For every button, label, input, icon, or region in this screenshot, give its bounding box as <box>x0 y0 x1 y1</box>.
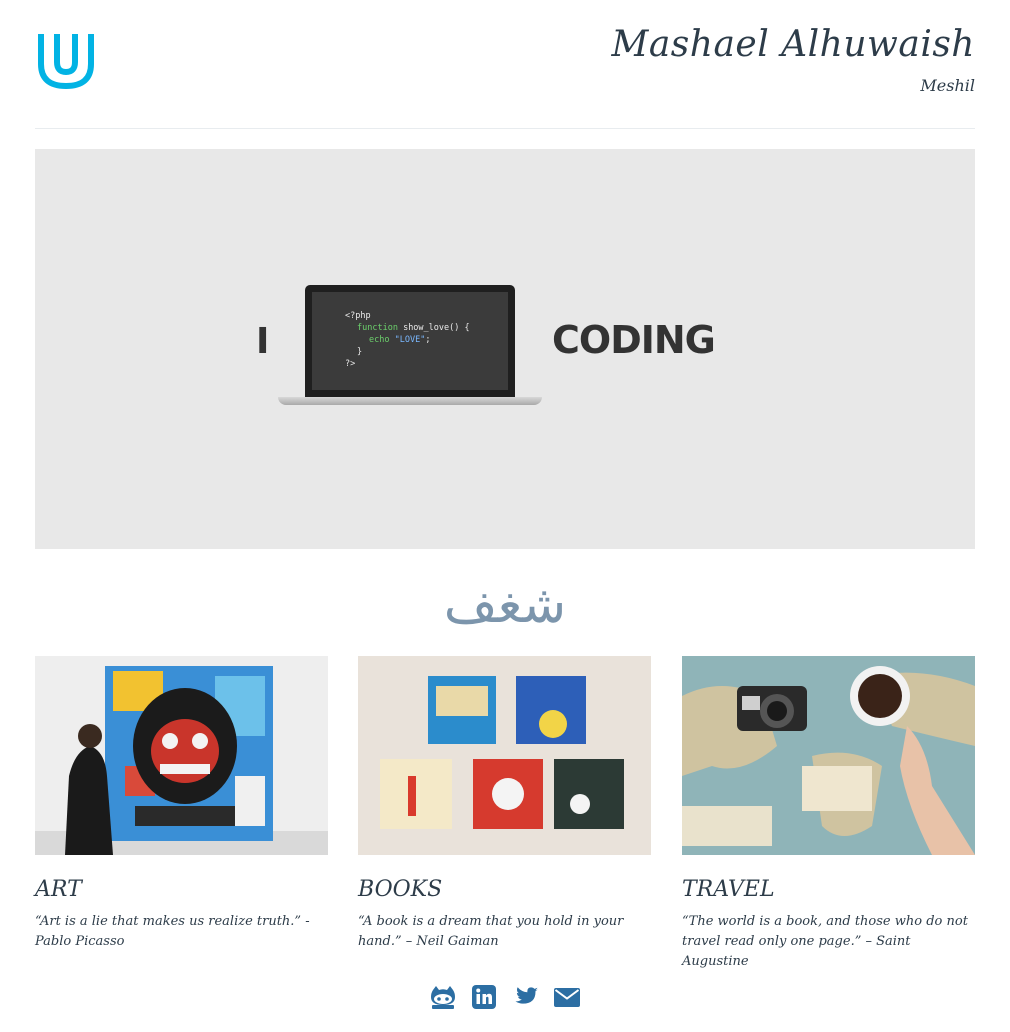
card-quote: “Art is a lie that makes us realize trut… <box>35 914 310 949</box>
code-text: ; <box>425 335 431 345</box>
hero-left-text: I <box>256 321 270 362</box>
code-keyword: function <box>357 323 398 333</box>
travel-image <box>682 656 975 855</box>
card-quote: “The world is a book, and those who do n… <box>682 914 968 969</box>
card-title: TRAVEL <box>682 877 775 902</box>
card-title: ART <box>35 877 82 902</box>
card-books: BOOKS “A book is a dream that you hold i… <box>358 656 651 952</box>
section-title: شغف <box>443 575 567 635</box>
art-image <box>35 656 328 855</box>
laptop-illustration: <?php function show_love() { echo "LOVE"… <box>305 285 515 397</box>
card-travel: TRAVEL “The world is a book, and those w… <box>682 656 975 972</box>
email-icon[interactable] <box>553 983 581 1011</box>
card-quote: “A book is a dream that you hold in your… <box>358 914 624 949</box>
twitter-icon[interactable] <box>512 983 540 1011</box>
hero-banner: I <?php function show_love() { echo "LOV… <box>35 149 975 549</box>
code-line: ?> <box>345 359 356 369</box>
code-line: } <box>357 347 363 357</box>
code-line: function show_love() { <box>345 322 508 334</box>
code-keyword: echo <box>369 335 390 345</box>
header: Mashael Alhuwaish Meshil <box>35 0 975 129</box>
code-string: "LOVE" <box>389 335 426 345</box>
code-text: show_love() { <box>397 323 470 333</box>
laptop-base <box>278 397 542 405</box>
social-links <box>0 983 1010 1011</box>
code-line: <?php <box>345 311 371 321</box>
card-art: ART “Art is a lie that makes us realize … <box>35 656 328 952</box>
linkedin-icon[interactable] <box>470 983 498 1011</box>
hero-right-text: CODING <box>552 318 716 362</box>
code-snippet: <?php function show_love() { echo "LOVE"… <box>312 292 508 390</box>
card-title: BOOKS <box>358 877 443 902</box>
page-title: Mashael Alhuwaish <box>611 24 975 65</box>
udacity-logo[interactable] <box>35 28 97 92</box>
books-image <box>358 656 651 855</box>
subtitle-nickname: Meshil <box>920 76 975 95</box>
github-icon[interactable] <box>429 983 457 1011</box>
code-line: echo "LOVE"; <box>345 334 508 346</box>
